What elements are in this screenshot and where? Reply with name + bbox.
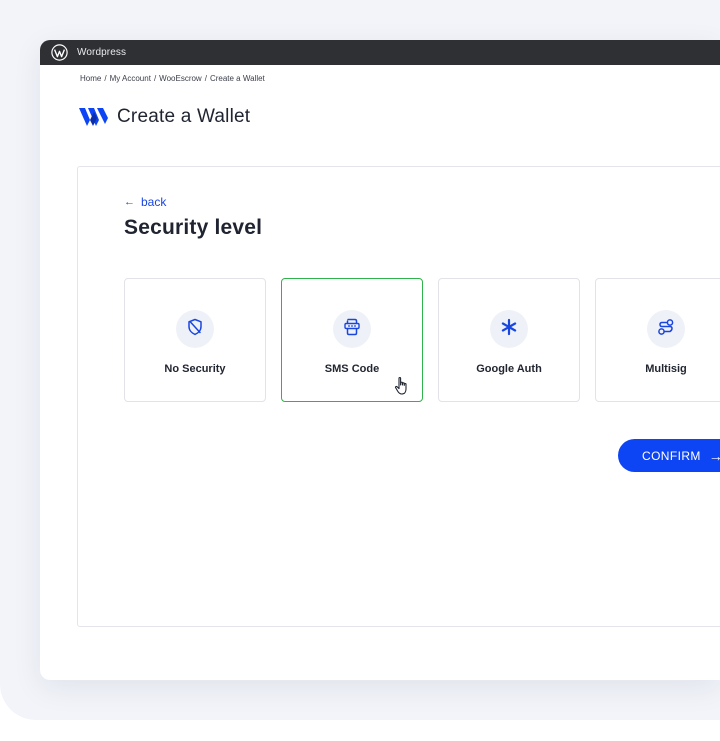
breadcrumb-wooescrow[interactable]: WooEscrow [159, 74, 202, 83]
option-icon-bg [647, 310, 685, 348]
option-multisig[interactable]: Multisig [595, 278, 720, 402]
security-options: No Security SMS Code Google Auth Multisi… [124, 278, 720, 402]
option-icon-bg [176, 310, 214, 348]
confirm-label: CONFIRM [642, 448, 701, 463]
shield-off-icon [185, 317, 205, 342]
section-title: Security level [124, 216, 263, 239]
breadcrumb-home[interactable]: Home [80, 74, 101, 83]
asterisk-icon [499, 317, 519, 342]
wordpress-logo-icon [51, 44, 68, 61]
brand-header: Create a Wallet [78, 106, 250, 128]
multisig-icon [656, 317, 676, 342]
arrow-right-icon: → [708, 447, 720, 464]
breadcrumb-current: Create a Wallet [209, 74, 265, 83]
window-titlebar: Wordpress [40, 40, 720, 65]
hand-pointer-cursor-icon [394, 376, 410, 396]
option-label: Google Auth [476, 363, 542, 375]
option-icon-bg [333, 310, 371, 348]
back-link[interactable]: ← back [124, 195, 166, 209]
breadcrumb-separator: / [153, 74, 157, 83]
brand-logo-icon [78, 106, 112, 128]
breadcrumb-separator: / [204, 74, 207, 83]
breadcrumb-separator: / [104, 74, 107, 83]
option-icon-bg [490, 310, 528, 348]
breadcrumb-my-account[interactable]: My Account [110, 74, 151, 83]
window-app-name: Wordpress [77, 47, 127, 58]
option-no-security[interactable]: No Security [124, 278, 266, 402]
back-link-label: back [141, 195, 167, 209]
confirm-button[interactable]: CONFIRM → [618, 439, 720, 472]
page-title: Create a Wallet [117, 106, 251, 127]
security-level-panel: ← back Security level No Security SMS Co… [77, 166, 720, 627]
option-label: No Security [164, 363, 226, 375]
breadcrumb: Home / My Account / WooEscrow / Create a Walle… [80, 74, 265, 83]
option-label: SMS Code [324, 363, 380, 375]
sms-code-icon [342, 317, 362, 342]
option-google-auth[interactable]: Google Auth [438, 278, 580, 402]
back-arrow-icon: ← [124, 196, 135, 208]
browser-window: Wordpress Home / My Account / WooEscrow / Crea… [40, 40, 720, 680]
option-label: Multisig [645, 363, 687, 375]
option-sms-code[interactable]: SMS Code [281, 278, 423, 402]
